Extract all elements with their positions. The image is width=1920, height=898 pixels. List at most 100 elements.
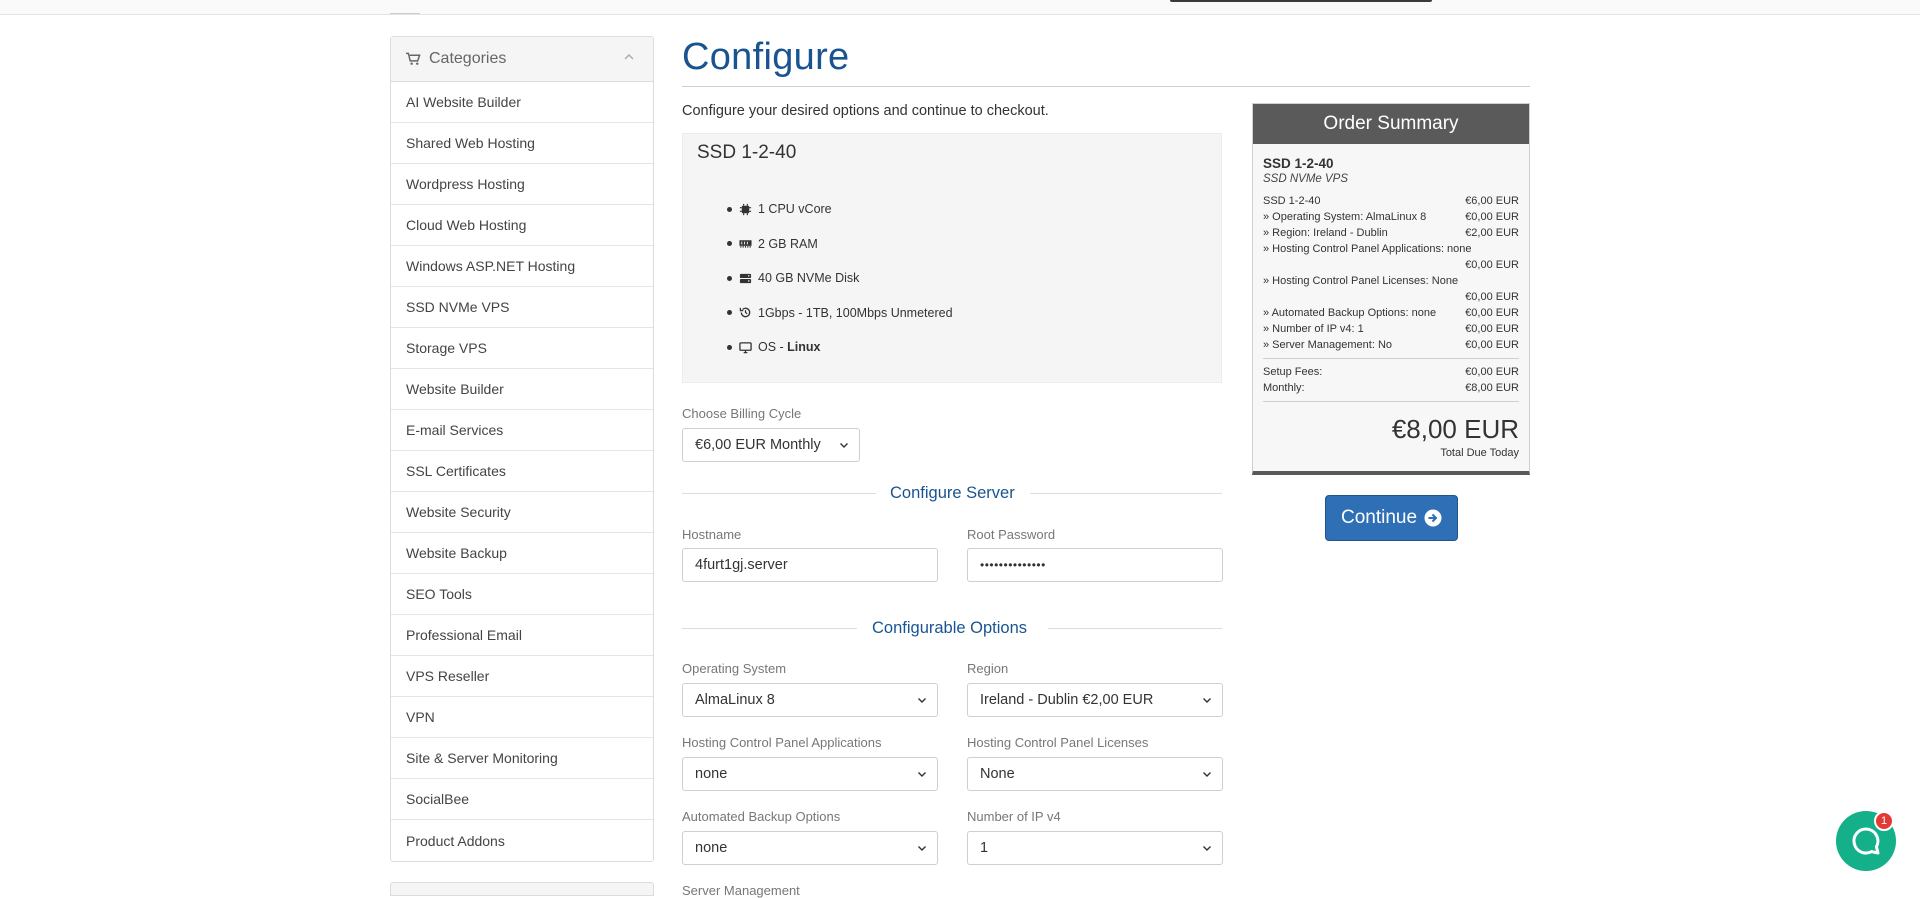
chevron-down-icon: [1203, 698, 1211, 703]
order-summary-body: SSD 1-2-40 SSD NVMe VPS SSD 1-2-40 €6,00…: [1253, 144, 1529, 459]
bullet: [727, 241, 732, 247]
backup-options-select[interactable]: none: [682, 831, 938, 865]
feature-ram: 2 GB RAM: [727, 227, 953, 262]
intro-text: Configure your desired options and conti…: [682, 103, 1049, 119]
hostname-input[interactable]: 4furt1gj.server: [682, 548, 938, 582]
section-divider-right: [1048, 628, 1222, 629]
sidebar-item-vps-reseller[interactable]: VPS Reseller: [391, 656, 653, 697]
chevron-down-icon: [918, 698, 926, 703]
sidebar-item-ssd-nvme-vps[interactable]: SSD NVMe VPS: [391, 287, 653, 328]
sidebar-item-site-server-monitoring[interactable]: Site & Server Monitoring: [391, 738, 653, 779]
sidebar-item-cloud-web-hosting[interactable]: Cloud Web Hosting: [391, 205, 653, 246]
feature-cpu: 1 CPU vCore: [727, 192, 953, 227]
feature-disk: 40 GB NVMe Disk: [727, 261, 953, 296]
categories-title: Categories: [429, 50, 507, 67]
summary-line-price: €0,00 EUR: [1465, 339, 1519, 351]
sidebar-item-website-security[interactable]: Website Security: [391, 492, 653, 533]
configurable-options-title: Configurable Options: [872, 619, 1028, 637]
summary-line-price: €0,00 EUR: [1465, 211, 1519, 223]
chat-bubble-icon: [1852, 827, 1880, 855]
summary-line: » Server Management: No €0,00 EUR: [1263, 337, 1519, 353]
operating-system-select[interactable]: AlmaLinux 8: [682, 683, 938, 717]
chevron-down-icon: [918, 772, 926, 777]
summary-line-label: » Operating System: AlmaLinux 8: [1263, 211, 1427, 223]
sidebar-item-seo-tools[interactable]: SEO Tools: [391, 574, 653, 615]
sidebar-item-wordpress-hosting[interactable]: Wordpress Hosting: [391, 164, 653, 205]
summary-product-name: SSD 1-2-40: [1263, 156, 1334, 171]
summary-line-label: SSD 1-2-40: [1263, 195, 1321, 207]
feature-os: OS - Linux: [727, 330, 953, 365]
summary-line: » Hosting Control Panel Applications: no…: [1263, 241, 1519, 273]
title-divider: [682, 86, 1530, 87]
sidebar-item-professional-email[interactable]: Professional Email: [391, 615, 653, 656]
hostname-label: Hostname: [682, 527, 742, 542]
product-name: SSD 1-2-40: [697, 142, 797, 163]
section-divider-left: [682, 493, 876, 494]
summary-line: » Number of IP v4: 1 €0,00 EUR: [1263, 321, 1519, 337]
root-password-input[interactable]: ••••••••••••••: [967, 548, 1223, 582]
sidebar-item-socialbee[interactable]: SocialBee: [391, 779, 653, 820]
sidebar-item-storage-vps[interactable]: Storage VPS: [391, 328, 653, 369]
summary-product-group: SSD NVMe VPS: [1263, 173, 1348, 185]
ipv4-count-value: 1: [980, 840, 989, 856]
history-icon: [739, 307, 751, 318]
summary-line-price: €6,00 EUR: [1465, 195, 1519, 207]
sidebar-item-website-backup[interactable]: Website Backup: [391, 533, 653, 574]
backup-options-value: none: [695, 840, 728, 856]
operating-system-value: AlmaLinux 8: [695, 692, 775, 708]
sidebar-item-product-addons[interactable]: Product Addons: [391, 820, 653, 861]
continue-button[interactable]: Continue: [1325, 495, 1458, 541]
hdd-icon: [739, 273, 752, 283]
region-label: Region: [967, 661, 1009, 676]
memory-icon: [739, 240, 752, 248]
top-search-bar[interactable]: [1170, 0, 1432, 2]
summary-divider: [1263, 358, 1519, 359]
categories-header[interactable]: Categories: [391, 37, 653, 82]
summary-divider: [1263, 401, 1519, 402]
setup-fees-label: Setup Fees:: [1263, 366, 1323, 378]
sidebar-item-ssl-certificates[interactable]: SSL Certificates: [391, 451, 653, 492]
panel-licenses-label: Hosting Control Panel Licenses: [967, 735, 1149, 750]
summary-line-label: » Hosting Control Panel Licenses: None: [1263, 275, 1459, 287]
chevron-up-icon[interactable]: [623, 51, 635, 63]
total-due-amount: €8,00 EUR: [1391, 414, 1519, 444]
summary-line-price: €2,00 EUR: [1465, 227, 1519, 239]
summary-line-label: » Server Management: No: [1263, 339, 1393, 351]
chat-notification-badge: 1: [1874, 811, 1894, 831]
bullet: [727, 206, 732, 212]
sidebar-item-windows-aspnet-hosting[interactable]: Windows ASP.NET Hosting: [391, 246, 653, 287]
bullet: [727, 275, 732, 281]
panel-apps-select[interactable]: none: [682, 757, 938, 791]
microchip-icon: [739, 203, 752, 215]
sidebar-item-shared-web-hosting[interactable]: Shared Web Hosting: [391, 123, 653, 164]
ipv4-count-select[interactable]: 1: [967, 831, 1223, 865]
sidebar-item-email-services[interactable]: E-mail Services: [391, 410, 653, 451]
feature-bandwidth: 1Gbps - 1TB, 100Mbps Unmetered: [727, 296, 953, 331]
feature-cpu-text: 1 CPU vCore: [758, 202, 832, 217]
region-value: Ireland - Dublin €2,00 EUR: [980, 692, 1154, 708]
operating-system-label: Operating System: [682, 661, 787, 676]
top-bar: [0, 0, 1920, 15]
monthly-label: Monthly:: [1263, 382, 1305, 394]
sidebar-item-website-builder[interactable]: Website Builder: [391, 369, 653, 410]
summary-line: » Operating System: AlmaLinux 8 €0,00 EU…: [1263, 209, 1519, 225]
order-summary: Order Summary SSD 1-2-40 SSD NVMe VPS SS…: [1252, 103, 1530, 475]
summary-monthly: Monthly: €8,00 EUR: [1263, 380, 1519, 396]
region-select[interactable]: Ireland - Dublin €2,00 EUR: [967, 683, 1223, 717]
hostname-value: 4furt1gj.server: [695, 557, 788, 573]
feature-ram-text: 2 GB RAM: [758, 236, 818, 251]
panel-licenses-select[interactable]: None: [967, 757, 1223, 791]
categories-panel: Categories AI Website Builder Shared Web…: [390, 36, 654, 862]
billing-cycle-select[interactable]: €6,00 EUR Monthly: [682, 428, 860, 462]
panel-licenses-value: None: [980, 766, 1015, 782]
cart-icon: [406, 52, 421, 65]
sidebar-item-vpn[interactable]: VPN: [391, 697, 653, 738]
billing-cycle-label: Choose Billing Cycle: [682, 406, 802, 421]
bullet: [727, 344, 732, 350]
sidebar-item-ai-website-builder[interactable]: AI Website Builder: [391, 82, 653, 123]
continue-label: Continue: [1340, 507, 1418, 528]
configure-server-title: Configure Server: [890, 484, 1015, 502]
panel-apps-value: none: [695, 766, 728, 782]
feature-os-value: Linux: [787, 340, 821, 355]
summary-line: » Automated Backup Options: none €0,00 E…: [1263, 305, 1519, 321]
